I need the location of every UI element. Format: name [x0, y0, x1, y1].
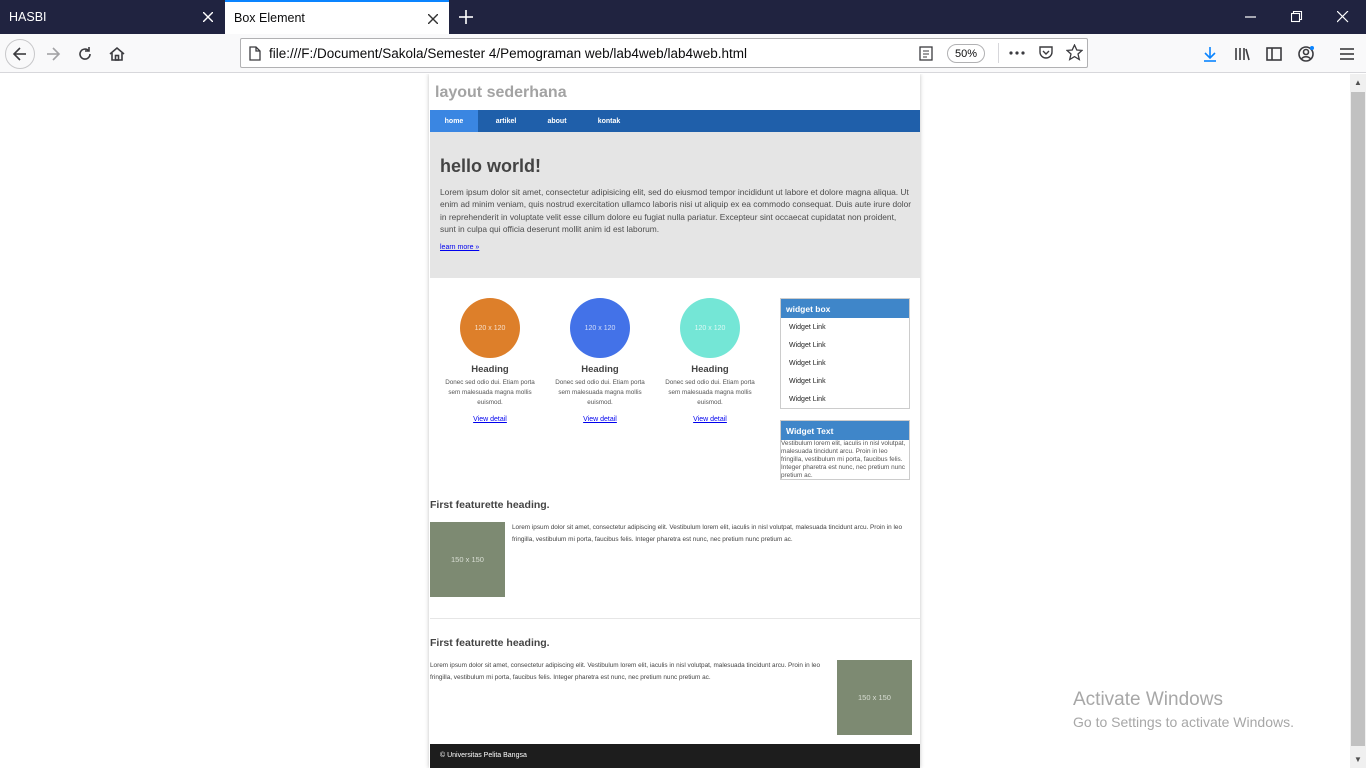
- close-tab-icon[interactable]: [200, 9, 216, 25]
- library-icon[interactable]: [1227, 39, 1257, 69]
- new-tab-plus-icon[interactable]: [455, 6, 477, 28]
- zoom-level-badge[interactable]: 50%: [947, 44, 985, 63]
- menu-item-home[interactable]: home: [430, 110, 478, 132]
- view-detail-link[interactable]: View detail: [693, 416, 727, 423]
- featurette-divider: [430, 618, 920, 619]
- url-bar[interactable]: file:///F:/Document/Sakola/Semester 4/Pe…: [240, 38, 1088, 68]
- scroll-down-arrow-icon[interactable]: ▼: [1350, 751, 1366, 768]
- widget-link[interactable]: Widget Link: [781, 318, 909, 336]
- circle-image-placeholder: 120 x 120: [680, 298, 740, 358]
- url-divider: [998, 43, 999, 63]
- hero-title: hello world!: [440, 156, 541, 176]
- page-container: layout sederhana home artikel about kont…: [429, 74, 920, 768]
- circle-image-placeholder: 120 x 120: [460, 298, 520, 358]
- column-heading: Heading: [471, 364, 509, 375]
- activate-windows-watermark: Activate Windows Go to Settings to activ…: [1073, 689, 1294, 730]
- tab-box-element[interactable]: Box Element: [225, 0, 449, 34]
- page-actions-icon[interactable]: [1008, 45, 1026, 66]
- url-text[interactable]: file:///F:/Document/Sakola/Semester 4/Pe…: [269, 46, 747, 61]
- watermark-subtitle: Go to Settings to activate Windows.: [1073, 714, 1294, 730]
- page-viewport: layout sederhana home artikel about kont…: [0, 74, 1350, 768]
- feature-column: 120 x 120 Heading Donec sed odio dui. Et…: [440, 298, 540, 426]
- widget-link[interactable]: Widget Link: [781, 336, 909, 354]
- learn-more-link[interactable]: learn more »: [440, 244, 479, 251]
- page-icon: [249, 46, 261, 66]
- hero-section: hello world! Lorem ipsum dolor sit amet,…: [430, 132, 920, 278]
- close-tab-icon[interactable]: [425, 11, 441, 27]
- widget-link[interactable]: Widget Link: [781, 354, 909, 372]
- widget-text-title: Widget Text: [781, 421, 909, 440]
- feature-column: 120 x 120 Heading Donec sed odio dui. Et…: [660, 298, 760, 426]
- column-heading: Heading: [691, 364, 729, 375]
- widget-text-body: Vestibulum lorem elit, iaculis in nisl v…: [781, 440, 906, 479]
- navigation-toolbar: file:///F:/Document/Sakola/Semester 4/Pe…: [0, 34, 1366, 73]
- menu-item-about[interactable]: about: [536, 110, 578, 132]
- widget-link[interactable]: Widget Link: [781, 372, 909, 390]
- widget-link[interactable]: Widget Link: [781, 390, 909, 408]
- bookmark-star-icon[interactable]: [1065, 43, 1084, 66]
- minimize-icon[interactable]: [1228, 0, 1274, 34]
- featurette-text: Lorem ipsum dolor sit amet, consectetur …: [512, 524, 903, 543]
- widget-box-title: widget box: [781, 299, 909, 318]
- home-icon[interactable]: [102, 39, 132, 69]
- featurette-image-placeholder: 150 x 150: [430, 522, 505, 597]
- tab-hasbi[interactable]: HASBI: [0, 0, 224, 34]
- column-text: Donec sed odio dui. Etiam porta sem male…: [665, 379, 755, 406]
- featurette-heading: First featurette heading.: [430, 637, 550, 649]
- featurette-heading: First featurette heading.: [430, 499, 550, 511]
- account-icon[interactable]: [1291, 39, 1321, 69]
- sidebar-icon[interactable]: [1259, 39, 1289, 69]
- forward-icon[interactable]: [38, 39, 68, 69]
- widget-text-box: Widget Text Vestibulum lorem elit, iacul…: [780, 420, 910, 480]
- column-text: Donec sed odio dui. Etiam porta sem male…: [445, 379, 535, 406]
- hero-text: Lorem ipsum dolor sit amet, consectetur …: [440, 187, 912, 235]
- main-menu: home artikel about kontak: [430, 110, 920, 132]
- downloads-icon[interactable]: [1195, 39, 1225, 69]
- back-icon[interactable]: [5, 39, 35, 69]
- tab-title: HASBI: [9, 10, 47, 24]
- view-detail-link[interactable]: View detail: [473, 416, 507, 423]
- circle-image-placeholder: 120 x 120: [570, 298, 630, 358]
- tab-strip: HASBI Box Element: [0, 0, 1366, 34]
- reader-view-icon[interactable]: [919, 46, 933, 66]
- footer-text: © Universitas Pelita Bangsa: [440, 752, 527, 759]
- site-title: layout sederhana: [435, 84, 567, 101]
- restore-icon[interactable]: [1274, 0, 1320, 34]
- menu-item-artikel[interactable]: artikel: [484, 110, 528, 132]
- watermark-title: Activate Windows: [1073, 689, 1223, 710]
- widget-box: widget box Widget Link Widget Link Widge…: [780, 298, 910, 409]
- column-text: Donec sed odio dui. Etiam porta sem male…: [555, 379, 645, 406]
- reload-icon[interactable]: [70, 39, 100, 69]
- featurette-image-placeholder: 150 x 150: [837, 660, 912, 735]
- view-detail-link[interactable]: View detail: [583, 416, 617, 423]
- feature-column: 120 x 120 Heading Donec sed odio dui. Et…: [550, 298, 650, 426]
- page-footer: © Universitas Pelita Bangsa: [430, 744, 920, 768]
- close-window-icon[interactable]: [1320, 0, 1366, 34]
- menu-item-kontak[interactable]: kontak: [586, 110, 632, 132]
- tab-title: Box Element: [234, 11, 305, 25]
- column-heading: Heading: [581, 364, 619, 375]
- scroll-up-arrow-icon[interactable]: ▲: [1350, 74, 1366, 91]
- pocket-icon[interactable]: [1038, 45, 1054, 66]
- menu-hamburger-icon[interactable]: [1332, 39, 1362, 69]
- featurette-text: Lorem ipsum dolor sit amet, consectetur …: [430, 662, 821, 681]
- scrollbar-thumb[interactable]: [1351, 92, 1365, 746]
